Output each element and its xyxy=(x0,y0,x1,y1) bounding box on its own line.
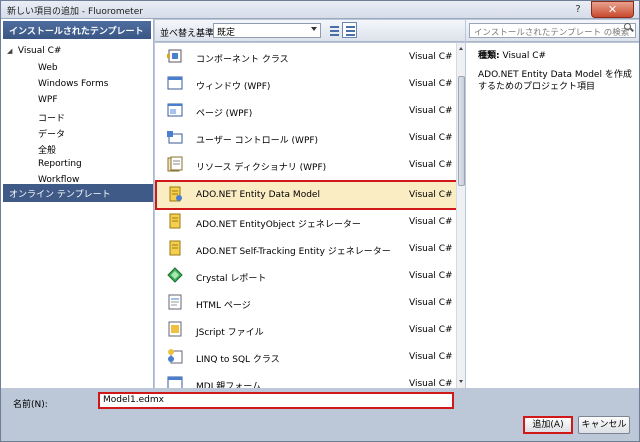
template-name: HTML ページ xyxy=(196,301,251,311)
template-name: MDI 親フォーム xyxy=(196,382,261,388)
template-language: Visual C# xyxy=(409,379,453,388)
component-class-icon xyxy=(167,49,182,63)
add-new-item-dialog: 新しい項目の追加 - Fluorometer ? ✕ インストールされたテンプレ… xyxy=(0,0,640,442)
chevron-down-icon xyxy=(311,27,317,31)
template-language: Visual C# xyxy=(409,133,453,143)
self-tracking-generator-icon xyxy=(169,240,181,256)
template-name: ウィンドウ (WPF) xyxy=(196,82,271,92)
list-item[interactable]: MDI 親フォーム Visual C# xyxy=(155,370,456,388)
scroll-up-icon[interactable] xyxy=(457,44,466,54)
tree-item-web[interactable]: Web xyxy=(38,63,58,73)
name-label: 名前(N): xyxy=(13,400,48,410)
scroll-thumb[interactable] xyxy=(458,76,465,186)
list-item[interactable]: Crystal レポート Visual C# xyxy=(155,262,456,289)
resource-dictionary-icon xyxy=(167,156,183,172)
template-name: LINQ to SQL クラス xyxy=(196,355,280,365)
online-templates-item[interactable]: オンライン テンプレート xyxy=(3,184,153,202)
list-item[interactable]: ADO.NET EntityObject ジェネレーター Visual C# xyxy=(155,208,456,235)
template-name: ADO.NET Entity Data Model xyxy=(196,190,320,200)
template-description: ADO.NET Entity Data Model を作成するためのプロジェクト… xyxy=(478,70,632,92)
template-language: Visual C# xyxy=(409,160,453,170)
search-icon[interactable] xyxy=(624,23,631,30)
template-language: Visual C# xyxy=(409,352,453,362)
linq-to-sql-icon xyxy=(168,349,183,364)
add-button[interactable]: 追加(A) xyxy=(523,416,573,434)
help-button[interactable]: ? xyxy=(569,2,587,17)
template-language: Visual C# xyxy=(409,79,453,89)
tree-root-label: Visual C# xyxy=(17,46,62,56)
template-language: Visual C# xyxy=(409,325,453,335)
html-page-icon xyxy=(168,294,182,310)
small-icons-view-button[interactable] xyxy=(327,23,340,37)
tree-item-wpf[interactable]: WPF xyxy=(38,95,58,105)
tree-item-data[interactable]: データ xyxy=(38,127,65,140)
jscript-file-icon xyxy=(168,321,182,337)
template-language: Visual C# xyxy=(409,217,453,227)
template-language: Visual C# xyxy=(409,271,453,281)
template-language: Visual C# xyxy=(409,106,453,116)
sort-dropdown[interactable]: 既定 xyxy=(213,23,321,38)
entityobject-generator-icon xyxy=(169,213,181,229)
list-item[interactable]: リソース ディクショナリ (WPF) Visual C# xyxy=(155,151,456,178)
template-name: リソース ディクショナリ (WPF) xyxy=(196,163,327,173)
tree-item-code[interactable]: コード xyxy=(38,111,65,124)
template-language: Visual C# xyxy=(409,244,453,254)
list-item[interactable]: コンポーネント クラス Visual C# xyxy=(155,43,456,70)
installed-templates-header[interactable]: インストールされたテンプレート xyxy=(3,21,151,39)
list-toolbar: 並べ替え基準: 既定 xyxy=(155,20,465,42)
template-name: ADO.NET Self-Tracking Entity ジェネレーター xyxy=(196,247,391,257)
list-item[interactable]: ウィンドウ (WPF) Visual C# xyxy=(155,70,456,97)
template-category-panel: インストールされたテンプレート ◢ Visual C# Web Windows … xyxy=(1,19,154,388)
list-item[interactable]: HTML ページ Visual C# xyxy=(155,289,456,316)
mdi-parent-form-icon xyxy=(167,376,183,388)
template-list-scrollbar[interactable] xyxy=(456,43,465,388)
sort-value: 既定 xyxy=(217,28,236,38)
template-language: Visual C# xyxy=(409,52,453,62)
cancel-button[interactable]: キャンセル xyxy=(578,416,630,434)
template-name: コンポーネント クラス xyxy=(196,55,289,65)
list-item-selected[interactable]: ADO.NET Entity Data Model Visual C# xyxy=(155,181,456,208)
template-language: Visual C# xyxy=(409,190,453,200)
sort-label: 並べ替え基準: xyxy=(160,29,218,39)
page-icon xyxy=(167,103,183,117)
type-row: 種類: Visual C# xyxy=(478,48,546,61)
template-name: ユーザー コントロール (WPF) xyxy=(196,136,319,146)
list-view-icon xyxy=(330,26,339,36)
bottom-bar: 名前(N): Model1.edmx 追加(A) キャンセル xyxy=(1,388,639,441)
title-bar: 新しい項目の追加 - Fluorometer ? ✕ xyxy=(1,1,639,19)
window-icon xyxy=(167,76,183,90)
details-view-icon xyxy=(346,26,355,36)
scroll-down-icon[interactable] xyxy=(457,377,466,387)
name-field[interactable]: Model1.edmx xyxy=(98,392,454,409)
type-label: 種類: xyxy=(478,51,500,61)
list-item[interactable]: LINQ to SQL クラス Visual C# xyxy=(155,343,456,370)
tree-item-windows-forms[interactable]: Windows Forms xyxy=(38,79,108,89)
details-panel: 種類: Visual C# ADO.NET Entity Data Model … xyxy=(466,43,639,388)
template-name: ページ (WPF) xyxy=(196,109,253,119)
crystal-report-icon xyxy=(167,267,183,283)
tree-root-visual-csharp[interactable]: ◢ Visual C# xyxy=(7,46,61,56)
entity-data-model-icon xyxy=(169,186,182,202)
template-list: コンポーネント クラス Visual C# ウィンドウ (WPF) Visual… xyxy=(155,43,456,388)
list-item[interactable]: ユーザー コントロール (WPF) Visual C# xyxy=(155,124,456,151)
search-bar: インストールされたテンプレート の検索 xyxy=(466,20,639,42)
template-name: ADO.NET EntityObject ジェネレーター xyxy=(196,220,361,230)
template-language: Visual C# xyxy=(409,298,453,308)
type-value: Visual C# xyxy=(502,51,547,61)
window-title: 新しい項目の追加 - Fluorometer xyxy=(7,7,143,17)
list-item[interactable]: ADO.NET Self-Tracking Entity ジェネレーター Vis… xyxy=(155,235,456,262)
tree-item-general[interactable]: 全般 xyxy=(38,143,56,156)
close-button[interactable]: ✕ xyxy=(591,1,634,18)
tree-item-reporting[interactable]: Reporting xyxy=(38,159,82,169)
details-view-button[interactable] xyxy=(342,22,357,38)
search-input[interactable]: インストールされたテンプレート の検索 xyxy=(469,23,636,38)
user-control-icon xyxy=(167,131,183,144)
list-item[interactable]: ページ (WPF) Visual C# xyxy=(155,97,456,124)
list-item[interactable]: JScript ファイル Visual C# xyxy=(155,316,456,343)
expand-triangle-icon[interactable]: ◢ xyxy=(7,47,15,55)
template-name: JScript ファイル xyxy=(196,328,264,338)
template-name: Crystal レポート xyxy=(196,274,267,284)
